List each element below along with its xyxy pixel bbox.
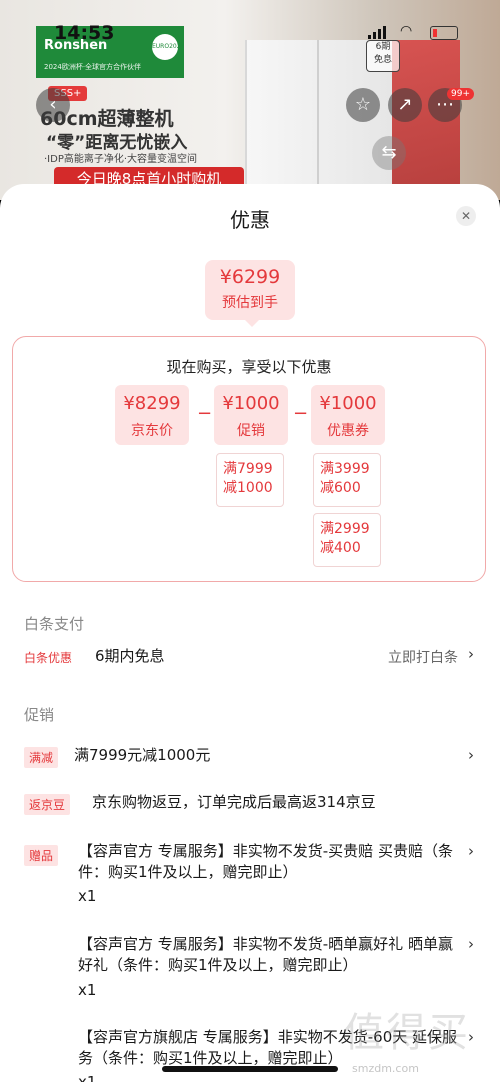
battery-icon xyxy=(430,26,458,40)
coupon-pill: ¥1000 优惠券 xyxy=(311,385,385,445)
chevron-right-icon: › xyxy=(468,935,474,953)
promotion-amount: ¥1000 xyxy=(222,393,280,414)
gift-qty: x1 xyxy=(78,981,97,999)
promotion-header: 促销 xyxy=(24,706,55,724)
estimated-price: ¥6299 xyxy=(219,266,281,288)
jd-price-label: 京东价 xyxy=(131,423,173,439)
price-breakdown-box: 现在购买，享受以下优惠 ¥8299 京东价 − ¥1000 促销 − ¥1000… xyxy=(12,336,486,582)
compare-icon[interactable]: ⇆ xyxy=(372,136,406,170)
product-page-background: Ronshen 2024欧洲杯·全球官方合作伙伴 EURO2024 14:53 … xyxy=(0,0,500,200)
coupon-amount: ¥1000 xyxy=(319,393,377,414)
close-icon[interactable]: ✕ xyxy=(456,206,476,226)
home-indicator[interactable] xyxy=(162,1066,338,1072)
baitiao-link[interactable]: 立即打白条 xyxy=(388,647,458,667)
discount-sheet: 优惠 ✕ ¥6299 预估到手 现在购买，享受以下优惠 ¥8299 京东价 − … xyxy=(0,184,500,1082)
gift-text: 【容声官方 专属服务】非实物不发货-晒单赢好礼 晒单赢好礼（条件：购买1件及以上… xyxy=(78,935,453,974)
promotion-pill: ¥1000 促销 xyxy=(214,385,288,445)
coupon-label: 优惠券 xyxy=(327,423,369,439)
product-features: ·IDP高能离子净化·大容量变温空间 xyxy=(44,154,198,165)
estimated-price-label: 预估到手 xyxy=(222,295,278,311)
watermark-logo: 值得买 xyxy=(344,1010,470,1056)
minus-sign: − xyxy=(197,403,213,424)
chevron-right-icon: › xyxy=(468,645,474,663)
minus-sign: − xyxy=(293,403,309,424)
promotion-text: 京东购物返豆，订单完成后最高返314京豆 xyxy=(92,793,376,811)
back-icon[interactable]: ‹ xyxy=(36,88,70,122)
share-icon[interactable]: ↗ xyxy=(388,88,422,122)
baitiao-tag: 白条优惠 xyxy=(24,651,73,665)
watermark-url: smzdm.com xyxy=(352,1062,419,1075)
signal-icon xyxy=(368,26,386,39)
gift-qty: x1 xyxy=(78,1073,97,1082)
coupon-condition: 满2999 减400 xyxy=(313,513,381,567)
status-time: 14:53 xyxy=(54,22,115,44)
jd-price-pill: ¥8299 京东价 xyxy=(115,385,189,445)
promotion-tag: 返京豆 xyxy=(24,794,71,815)
message-count-badge: 99+ xyxy=(447,88,474,100)
baitiao-header: 白条支付 xyxy=(24,615,85,633)
chevron-right-icon: › xyxy=(468,842,474,860)
promotion-tag: 满减 xyxy=(24,747,59,768)
euro-badge: EURO2024 xyxy=(152,34,184,60)
promotion-condition: 满7999 减1000 xyxy=(216,453,284,507)
jd-price-amount: ¥8299 xyxy=(123,393,181,414)
estimated-price-badge: ¥6299 预估到手 xyxy=(205,260,295,327)
coupon-condition: 满3999 减600 xyxy=(313,453,381,507)
baitiao-text: 6期内免息 xyxy=(95,647,165,665)
gift-qty: x1 xyxy=(78,887,97,905)
favorite-star-icon[interactable]: ☆ xyxy=(346,88,380,122)
promotion-text: 满7999元减1000元 xyxy=(74,746,211,764)
gift-tag: 赠品 xyxy=(24,845,59,866)
gift-text: 【容声官方 专属服务】非实物不发货-买贵赔 买贵赔（条件：购买1件及以上，赠完即… xyxy=(78,842,453,881)
installment-badge: 6期 免息 xyxy=(366,40,400,72)
sheet-title: 优惠 xyxy=(230,208,270,232)
promotion-label: 促销 xyxy=(237,423,265,439)
breakdown-title: 现在购买，享受以下优惠 xyxy=(166,358,332,376)
wifi-icon: ◠ xyxy=(400,23,413,39)
chevron-right-icon: › xyxy=(468,746,474,764)
brand-banner-sub: 2024欧洲杯·全球官方合作伙伴 xyxy=(44,63,142,71)
